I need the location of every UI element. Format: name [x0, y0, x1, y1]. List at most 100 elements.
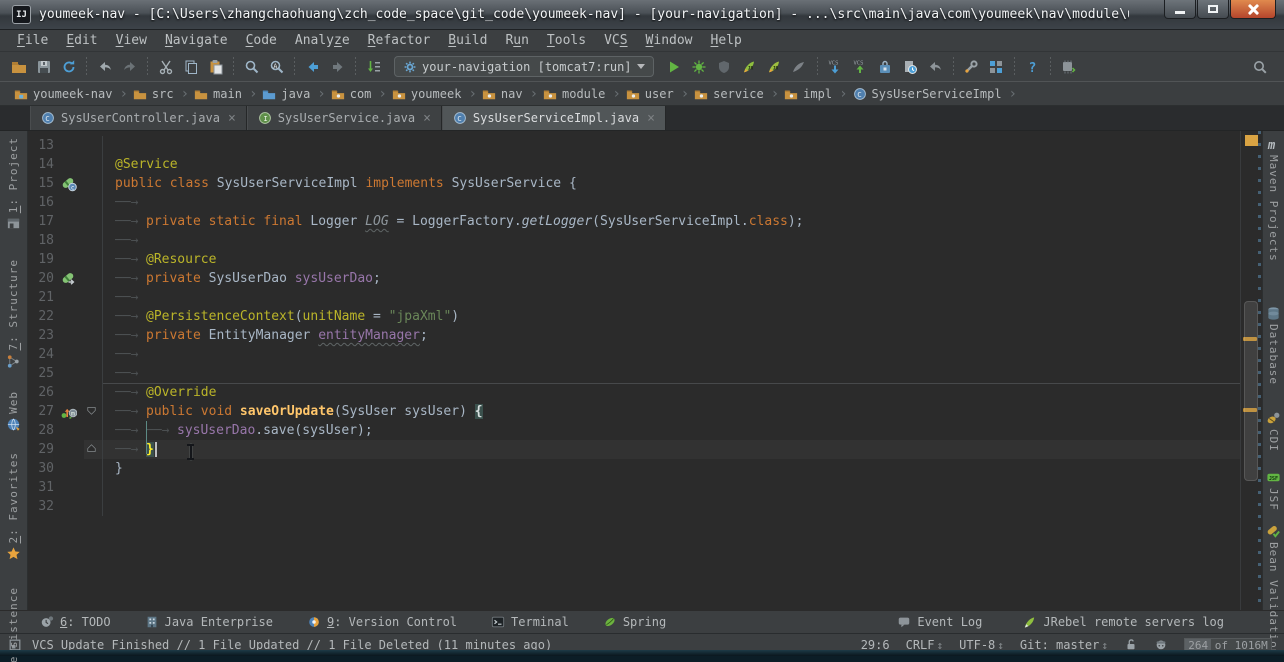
title-bar[interactable]: IJ youmeek-nav - [C:\Users\zhangchaohuan… — [0, 0, 1284, 30]
code-text[interactable]: @Service — [102, 155, 1240, 174]
tool-window-button-2-favorites[interactable]: 2: Favorites — [6, 452, 21, 561]
tool-window-button-1-project[interactable]: 1: Project — [6, 137, 21, 231]
code-text[interactable]: ──→private static final Logger LOG = Log… — [102, 212, 1240, 231]
save-button[interactable] — [31, 55, 56, 79]
jrebel-run-button[interactable]: JR — [737, 55, 762, 79]
tool-window-button-java-enterprise[interactable]: Java Enterprise — [145, 615, 273, 629]
code-text[interactable]: } — [102, 459, 1240, 478]
code-text[interactable]: ──→@Override — [102, 383, 1240, 402]
coverage-button[interactable] — [712, 55, 737, 79]
breadcrumb-module[interactable]: module — [543, 87, 605, 101]
breadcrumb-main[interactable]: main — [194, 87, 242, 101]
breadcrumb-sysuserserviceimpl[interactable]: CSysUserServiceImpl — [853, 87, 1002, 101]
fold-marker-end[interactable] — [84, 440, 102, 459]
find-button[interactable] — [239, 55, 264, 79]
code-text[interactable]: ──→ — [102, 364, 1240, 383]
editor-tab-SysUserController.java[interactable]: CSysUserController.java× — [30, 106, 247, 130]
code-text[interactable] — [102, 478, 1240, 497]
search-everywhere-icon[interactable] — [1247, 55, 1272, 79]
editor-tab-SysUserServiceImpl.java[interactable]: CSysUserServiceImpl.java× — [442, 106, 666, 130]
editor-tab-SysUserService.java[interactable]: ISysUserService.java× — [247, 106, 442, 130]
project-structure-button[interactable] — [984, 55, 1009, 79]
menu-tools[interactable]: Tools — [538, 32, 595, 49]
menu-window[interactable]: Window — [637, 32, 702, 49]
menu-vcs[interactable]: VCS — [595, 32, 636, 49]
code-text[interactable]: ──→ — [102, 345, 1240, 364]
menu-view[interactable]: View — [107, 32, 156, 49]
vcs-update-button[interactable]: VCS — [823, 55, 848, 79]
scrollbar-thumb[interactable] — [1244, 301, 1258, 481]
menu-run[interactable]: Run — [496, 32, 537, 49]
close-button[interactable] — [1230, 0, 1276, 19]
tool-window-button-maven-projects[interactable]: mMaven Projects — [1266, 137, 1281, 262]
debug-button[interactable] — [687, 55, 712, 79]
show-history-button[interactable] — [898, 55, 923, 79]
menu-navigate[interactable]: Navigate — [156, 32, 237, 49]
redo-button[interactable] — [117, 55, 142, 79]
profiler-button[interactable] — [787, 55, 812, 79]
jrebel-debug-button[interactable]: JR — [762, 55, 787, 79]
tool-window-button-9-version-control[interactable]: 9: Version Control — [307, 615, 457, 629]
sort-lines-button[interactable] — [361, 55, 386, 79]
tool-window-button-jsf[interactable]: JSFJSF — [1266, 470, 1281, 511]
code-text[interactable]: ──→ — [102, 288, 1240, 307]
paste-button[interactable] — [203, 55, 228, 79]
code-text[interactable] — [102, 136, 1240, 155]
tool-window-button-spring[interactable]: Spring — [603, 615, 666, 629]
minimize-button[interactable] — [1164, 0, 1196, 19]
settings-button[interactable] — [959, 55, 984, 79]
cut-button[interactable] — [153, 55, 178, 79]
open-folder-button[interactable] — [6, 55, 31, 79]
g-override-gutter-icon[interactable]: m — [54, 404, 84, 420]
code-text[interactable]: ──→@PersistenceContext(unitName = "jpaXm… — [102, 307, 1240, 326]
jrebel-sync-button[interactable] — [1056, 55, 1081, 79]
tool-window-button-database[interactable]: Database — [1266, 306, 1281, 385]
code-text[interactable]: ──→} — [102, 440, 1240, 459]
tool-window-button-terminal[interactable]: Terminal — [491, 615, 569, 629]
close-tab-icon[interactable]: × — [647, 111, 655, 126]
breadcrumb-youmeek-nav[interactable]: youmeek-nav — [14, 87, 112, 101]
run-button[interactable] — [662, 55, 687, 79]
code-text[interactable]: ──→ — [102, 231, 1240, 250]
menu-edit[interactable]: Edit — [57, 32, 106, 49]
code-text[interactable]: ──→private SysUserDao sysUserDao; — [102, 269, 1240, 288]
synchronize-button[interactable] — [56, 55, 81, 79]
menu-code[interactable]: Code — [237, 32, 286, 49]
breadcrumb-src[interactable]: src — [133, 87, 174, 101]
tool-window-button-cdi[interactable]: CDI — [1266, 411, 1281, 452]
close-tab-icon[interactable]: × — [228, 111, 236, 126]
vcs-commit-button[interactable]: VCS — [848, 55, 873, 79]
breadcrumb-youmeek[interactable]: youmeek — [392, 87, 462, 101]
run-configuration-combo[interactable]: your-navigation [tomcat7:run] — [394, 56, 654, 77]
maximize-button[interactable] — [1197, 0, 1229, 19]
menu-analyze[interactable]: Analyze — [286, 32, 359, 49]
code-text[interactable]: public class SysUserServiceImpl implemen… — [102, 174, 1240, 193]
copy-button[interactable] — [178, 55, 203, 79]
undo-button[interactable] — [92, 55, 117, 79]
breadcrumb-com[interactable]: com — [331, 87, 372, 101]
vcs-integrate-button[interactable] — [873, 55, 898, 79]
code-text[interactable] — [102, 497, 1240, 516]
code-text[interactable]: ──→@Resource — [102, 250, 1240, 269]
breadcrumb-user[interactable]: user — [626, 87, 674, 101]
g-spring-class-gutter-icon[interactable]: c — [54, 176, 84, 192]
code-text[interactable]: ──→ — [102, 193, 1240, 212]
menu-refactor[interactable]: Refactor — [359, 32, 440, 49]
file-status-warning-marker[interactable] — [1245, 135, 1258, 146]
breadcrumb-java[interactable]: java — [262, 87, 310, 101]
forward-button[interactable] — [325, 55, 350, 79]
menu-build[interactable]: Build — [439, 32, 496, 49]
code-text[interactable]: ──→private EntityManager entityManager; — [102, 326, 1240, 345]
tool-window-button-web[interactable]: Web — [6, 391, 21, 432]
tool-window-button-event-log[interactable]: Event Log — [897, 615, 982, 630]
close-tab-icon[interactable]: × — [423, 111, 431, 126]
code-text[interactable]: ──→public void saveOrUpdate(SysUser sysU… — [102, 402, 1240, 421]
tool-window-button-6-todo[interactable]: 6: TODO — [40, 615, 111, 629]
tool-window-button-7-structure[interactable]: 7: Structure — [6, 259, 21, 368]
error-stripe-scrollbar[interactable] — [1240, 131, 1262, 610]
code-editor[interactable]: 1314@Service15cpublic class SysUserServi… — [28, 131, 1240, 610]
fold-marker-start[interactable] — [84, 402, 102, 421]
replace-button[interactable]: A — [264, 55, 289, 79]
help-button[interactable]: ? — [1020, 55, 1045, 79]
tool-window-button-jrebel-remote-servers-log[interactable]: JRebel remote servers log — [1022, 615, 1224, 630]
